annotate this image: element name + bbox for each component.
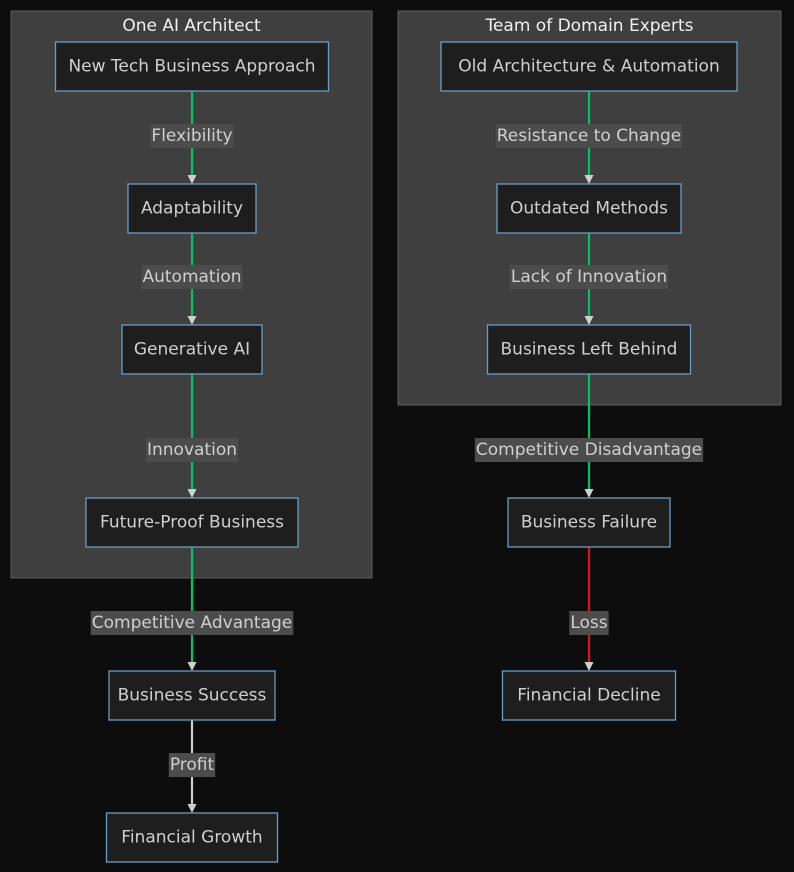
node-label: Financial Growth [121,828,262,848]
edge-label: Competitive Advantage [92,613,293,633]
node-label: New Tech Business Approach [68,57,315,77]
edge-label: Flexibility [151,126,232,146]
node-business-left-behind[interactable]: Business Left Behind [486,324,692,375]
arrowhead-icon [187,662,197,671]
node-new-tech-business-approach[interactable]: New Tech Business Approach [54,41,330,92]
flowchart-diagram: One AI Architect Team of Domain Experts F… [10,10,782,863]
node-label: Adaptability [141,199,243,219]
arrowhead-icon [584,489,594,498]
node-business-failure[interactable]: Business Failure [507,497,671,548]
node-label: Outdated Methods [510,199,668,219]
node-label: Future-Proof Business [100,513,284,533]
arrowhead-icon [187,804,197,813]
edge-profit: Profit [168,720,216,813]
node-label: Old Architecture & Automation [458,57,719,77]
node-financial-growth[interactable]: Financial Growth [105,812,279,863]
node-label: Business Left Behind [501,340,678,360]
arrowhead-icon [584,662,594,671]
node-label: Generative AI [134,340,250,360]
node-outdated-methods[interactable]: Outdated Methods [496,183,682,234]
node-label: Business Success [118,686,267,706]
edge-label: Competitive Disadvantage [476,440,702,460]
node-label: Financial Decline [517,686,660,706]
edge-label: Loss [570,613,607,633]
cluster-title: Team of Domain Experts [484,16,693,36]
cluster-title: One AI Architect [122,16,261,36]
edge-label: Innovation [147,440,237,460]
node-future-proof-business[interactable]: Future-Proof Business [85,497,299,548]
edge-loss: Loss [569,547,609,671]
node-adaptability[interactable]: Adaptability [127,183,257,234]
clusters-layer: One AI Architect Team of Domain Experts [10,10,782,579]
node-financial-decline[interactable]: Financial Decline [501,670,677,721]
edge-label: Resistance to Change [497,126,682,146]
edge-label: Profit [170,755,215,775]
edge-label: Automation [142,267,241,287]
node-old-architecture-and-automation[interactable]: Old Architecture & Automation [440,41,738,92]
node-generative-ai[interactable]: Generative AI [121,324,263,375]
node-label: Business Failure [521,513,657,533]
node-business-success[interactable]: Business Success [108,670,276,721]
edge-label: Lack of Innovation [511,267,667,287]
